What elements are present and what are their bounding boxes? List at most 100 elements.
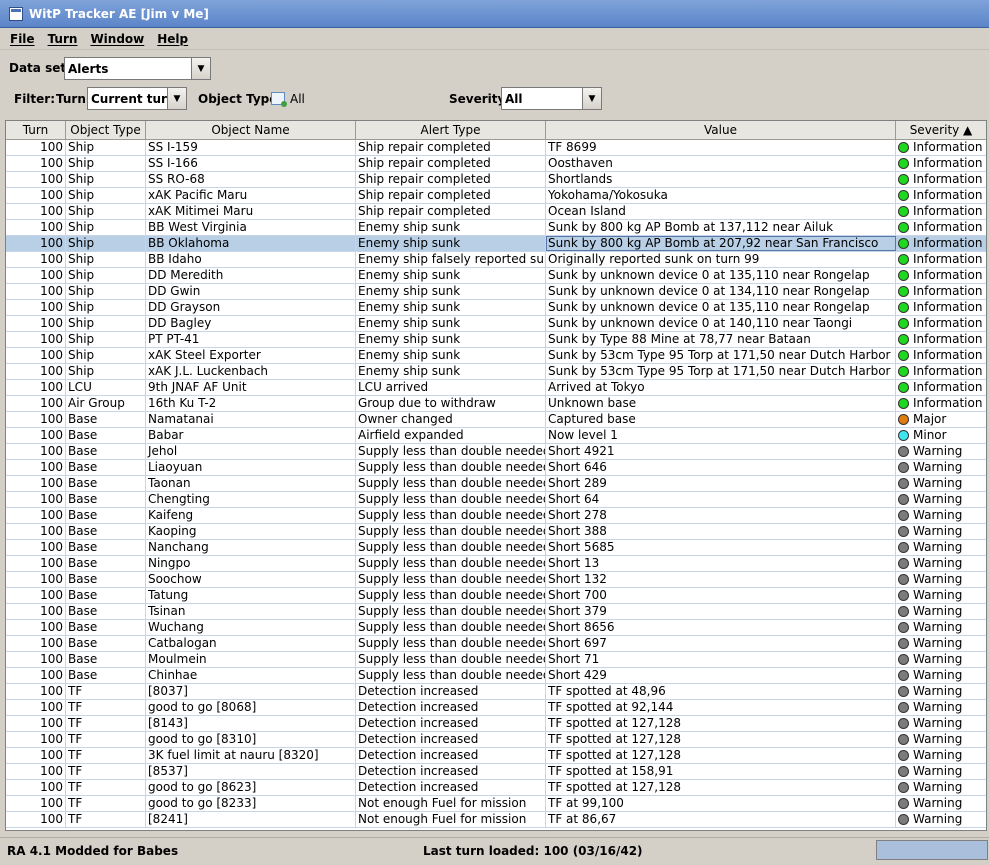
table-row[interactable]: 100 Base Kaoping Supply less than double ne…	[6, 524, 986, 540]
cell-severity: Warning	[896, 716, 986, 731]
cell-object-type: Base	[66, 668, 146, 683]
turn-select[interactable]: Current turn ▼	[87, 87, 187, 110]
cell-alert-type: Enemy ship falsely reported sunk	[358, 252, 546, 267]
column-header-object-name[interactable]: Object Name	[146, 121, 356, 139]
table-row[interactable]: 100 Ship xAK J.L. Luckenbach Enemy ship sun…	[6, 364, 986, 380]
table-row[interactable]: 100 Base Namatanai Owner changed Captured ba…	[6, 412, 986, 428]
window-icon	[9, 6, 23, 21]
table-row[interactable]: 100 Base Chengting Supply less than double …	[6, 492, 986, 508]
object-type-value[interactable]: All	[290, 92, 305, 106]
table-row[interactable]: 100 TF good to go [8623] Detection increase…	[6, 780, 986, 796]
table-row[interactable]: 100 TF good to go [8233] Not enough Fuel fo…	[6, 796, 986, 812]
chevron-down-icon[interactable]: ▼	[167, 88, 186, 109]
column-header-value[interactable]: Value	[546, 121, 896, 139]
cell-object-name: 3K fuel limit at nauru [8320]	[146, 748, 356, 763]
table-row[interactable]: 100 Ship xAK Pacific Maru Ship repair compl…	[6, 188, 986, 204]
table-row[interactable]: 100 Base Wuchang Supply less than double ne…	[6, 620, 986, 636]
column-header-alert-type[interactable]: Alert Type	[356, 121, 546, 139]
table-row[interactable]: 100 Base Kaifeng Supply less than double ne…	[6, 508, 986, 524]
severity-text: Warning	[913, 572, 963, 586]
cell-alert-type: Ship repair completed	[356, 204, 546, 219]
menu-file[interactable]: File	[10, 32, 35, 46]
cell-alert-type: Ship repair completed	[356, 188, 546, 203]
table-row[interactable]: 100 Ship PT PT-41 Enemy ship sunk Sunk by Ty…	[6, 332, 986, 348]
table-row[interactable]: 100 Ship xAK Steel Exporter Enemy ship sunk…	[6, 348, 986, 364]
severity-text: Information	[913, 332, 983, 346]
table-row[interactable]: 100 TF good to go [8310] Detection increase…	[6, 732, 986, 748]
table-row[interactable]: 100 Base Ningpo Supply less than double nee…	[6, 556, 986, 572]
chevron-down-icon[interactable]: ▼	[582, 88, 601, 109]
table-header: Turn Object Type Object Name Alert Type …	[6, 121, 986, 140]
table-row[interactable]: 100 Ship BB Oklahoma Enemy ship sunk Sunk by…	[6, 236, 986, 252]
table-row[interactable]: 100 TF good to go [8068] Detection increase…	[6, 700, 986, 716]
severity-dot-icon	[898, 238, 909, 249]
table-row[interactable]: 100 Base Catbalogan Supply less than double…	[6, 636, 986, 652]
dataset-select[interactable]: Alerts ▼	[64, 57, 211, 80]
table-row[interactable]: 100 TF [8037] Detection increased TF spotte…	[6, 684, 986, 700]
cell-alert-type: Ship repair completed	[356, 172, 546, 187]
cell-object-type: Ship	[66, 188, 146, 203]
severity-dot-icon	[898, 766, 909, 777]
cell-severity: Warning	[896, 812, 986, 827]
cell-turn: 100	[6, 396, 66, 411]
table-row[interactable]: 100 Ship SS RO-68 Ship repair completed Shor…	[6, 172, 986, 188]
table-row[interactable]: 100 Ship BB Idaho Enemy ship falsely report…	[6, 252, 986, 268]
chevron-down-icon[interactable]: ▼	[191, 58, 210, 79]
table-row[interactable]: 100 Ship SS I-166 Ship repair completed Oost…	[6, 156, 986, 172]
cell-alert-type: Enemy ship sunk	[356, 348, 546, 363]
cell-object-type: TF	[66, 700, 146, 715]
cell-value: Short 429	[546, 668, 896, 683]
cell-turn: 100	[6, 668, 66, 683]
table-row[interactable]: 100 Base Liaoyuan Supply less than double n…	[6, 460, 986, 476]
cell-severity: Warning	[896, 796, 986, 811]
table-row[interactable]: 100 Ship BB West Virginia Enemy ship sunk Su…	[6, 220, 986, 236]
cell-value: Ocean Island	[546, 204, 896, 219]
table-row[interactable]: 100 Base Soochow Supply less than double ne…	[6, 572, 986, 588]
cell-object-type: Ship	[66, 332, 146, 347]
table-row[interactable]: 100 Ship DD Gwin Enemy ship sunk Sunk by unk…	[6, 284, 986, 300]
table-row[interactable]: 100 Base Tsinan Supply less than double nee…	[6, 604, 986, 620]
object-type-icon[interactable]	[271, 92, 287, 107]
severity-text: Warning	[913, 460, 963, 474]
cell-object-name: SS RO-68	[146, 172, 356, 187]
table-row[interactable]: 100 Ship xAK Mitimei Maru Ship repair compl…	[6, 204, 986, 220]
severity-dot-icon	[898, 814, 909, 825]
column-header-turn[interactable]: Turn	[6, 121, 66, 139]
table-row[interactable]: 100 Ship DD Grayson Enemy ship sunk Sunk by …	[6, 300, 986, 316]
table-row[interactable]: 100 Base Moulmein Supply less than double n…	[6, 652, 986, 668]
table-row[interactable]: 100 LCU 9th JNAF AF Unit LCU arrived Arrived…	[6, 380, 986, 396]
table-row[interactable]: 100 Base Nanchang Supply less than double n…	[6, 540, 986, 556]
table-row[interactable]: 100 TF [8143] Detection increased TF spotte…	[6, 716, 986, 732]
menu-help[interactable]: Help	[157, 32, 188, 46]
table-row[interactable]: 100 TF [8537] Detection increased TF spotte…	[6, 764, 986, 780]
table-row[interactable]: 100 Base Jehol Supply less than double need…	[6, 444, 986, 460]
table-row[interactable]: 100 Base Taonan Supply less than double nee…	[6, 476, 986, 492]
table-row[interactable]: 100 Ship DD Meredith Enemy ship sunk Sunk by…	[6, 268, 986, 284]
severity-dot-icon	[898, 366, 909, 377]
severity-dot-icon	[898, 430, 909, 441]
cell-alert-type: Airfield expanded	[356, 428, 546, 443]
column-header-severity[interactable]: Severity ▲	[896, 121, 986, 139]
table-row[interactable]: 100 Base Chinhae Supply less than double ne…	[6, 668, 986, 684]
table-row[interactable]: 100 Base Tatung Supply less than double nee…	[6, 588, 986, 604]
severity-dot-icon	[898, 542, 909, 553]
severity-dot-icon	[898, 798, 909, 809]
table-row[interactable]: 100 Ship SS I-159 Ship repair completed TF 8…	[6, 140, 986, 156]
table-row[interactable]: 100 TF [8241] Not enough Fuel for mission T…	[6, 812, 986, 828]
menu-window[interactable]: Window	[90, 32, 144, 46]
menu-turn[interactable]: Turn	[48, 32, 78, 46]
table-row[interactable]: 100 Ship DD Bagley Enemy ship sunk Sunk by u…	[6, 316, 986, 332]
cell-value: TF 8699	[546, 140, 896, 155]
title-bar[interactable]: WitP Tracker AE [Jim v Me]	[0, 0, 989, 28]
severity-select[interactable]: All ▼	[501, 87, 602, 110]
alerts-table[interactable]: Turn Object Type Object Name Alert Type …	[5, 120, 987, 831]
cell-value: Short 379	[546, 604, 896, 619]
table-row[interactable]: 100 Base Babar Airfield expanded Now level 1…	[6, 428, 986, 444]
cell-alert-type: Group due to withdraw	[356, 396, 546, 411]
column-header-object-type[interactable]: Object Type	[66, 121, 146, 139]
table-row[interactable]: 100 TF 3K fuel limit at nauru [8320] Detect…	[6, 748, 986, 764]
cell-turn: 100	[6, 492, 66, 507]
cell-alert-type: Supply less than double needed	[358, 604, 546, 619]
cell-object-type: Base	[66, 508, 146, 523]
table-row[interactable]: 100 Air Group 16th Ku T-2 Group due to with…	[6, 396, 986, 412]
